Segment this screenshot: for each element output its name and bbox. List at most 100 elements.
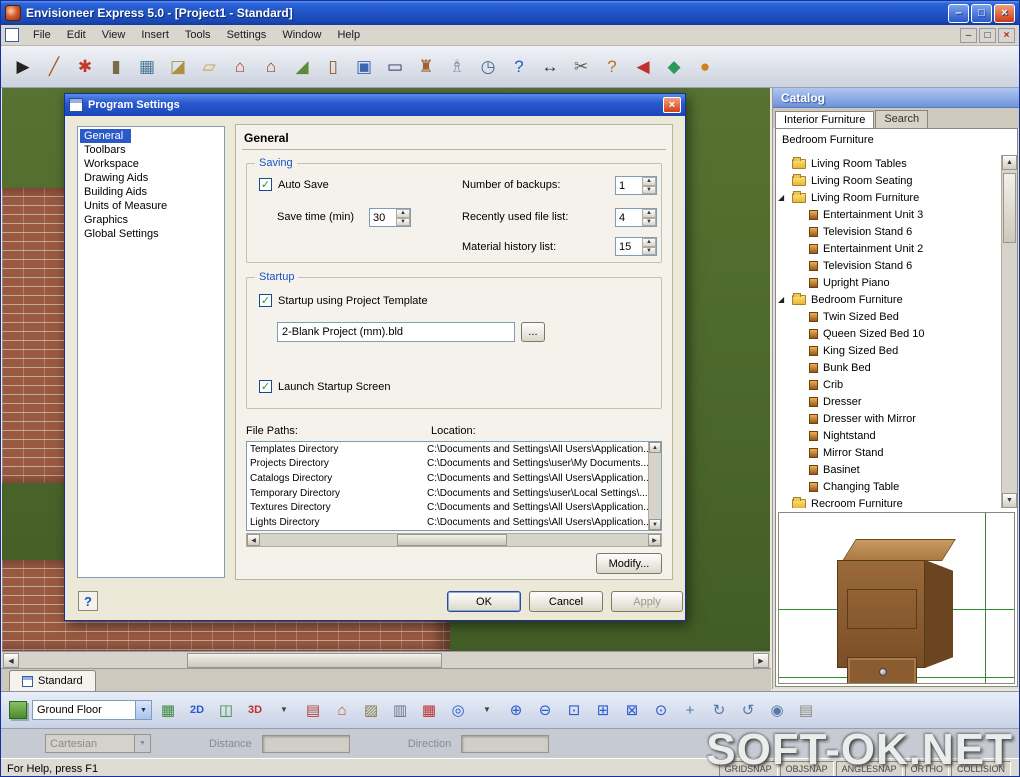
tree-item[interactable]: Television Stand 6 <box>776 257 1001 274</box>
grid-tool-icon[interactable]: ▦ <box>133 53 161 81</box>
template-file-field[interactable]: 2-Blank Project (mm).bld <box>277 322 515 342</box>
settings-category-item[interactable]: Global Settings <box>80 227 167 241</box>
tree-item[interactable]: Living Room Tables <box>776 155 1001 172</box>
menu-item[interactable]: File <box>25 27 59 43</box>
scroll-right-icon[interactable]: ▶ <box>753 653 769 668</box>
catalog-preview-pane[interactable] <box>778 512 1015 684</box>
spin-up-icon[interactable]: ▲ <box>396 209 410 218</box>
mdi-close-button[interactable]: × <box>998 27 1015 43</box>
zoom-extents-icon[interactable]: ⊠ <box>619 697 645 723</box>
spin-up-icon[interactable]: ▲ <box>642 177 656 186</box>
furniture-tool-icon[interactable]: ♜ <box>412 53 440 81</box>
settings-category-item[interactable]: Units of Measure <box>80 199 175 213</box>
backups-spinner[interactable]: 1 ▲ ▼ <box>615 176 657 195</box>
recent-files-spinner[interactable]: 4 ▲ ▼ <box>615 208 657 227</box>
scroll-up-icon[interactable]: ▲ <box>649 442 661 453</box>
settings-category-item[interactable]: Graphics <box>80 213 136 227</box>
chevron-down-icon[interactable]: ▼ <box>135 701 151 719</box>
scroll-up-icon[interactable]: ▲ <box>1002 155 1017 170</box>
stair-tool-icon[interactable]: ▱ <box>195 53 223 81</box>
tree-item[interactable]: Bunk Bed <box>776 359 1001 376</box>
cancel-button[interactable]: Cancel <box>529 591 603 612</box>
drawing-viewport[interactable]: Program Settings × General Toolbars Worksp… <box>2 88 770 651</box>
settings-category-item[interactable]: Workspace <box>80 157 147 171</box>
scrollbar-thumb[interactable] <box>1003 173 1016 243</box>
spin-icon[interactable]: ↺ <box>735 697 761 723</box>
settings-category-item[interactable]: Toolbars <box>80 143 134 157</box>
scrollbar-thumb[interactable] <box>397 534 507 546</box>
menu-item[interactable]: Insert <box>133 27 177 43</box>
clock-tool-icon[interactable]: ◷ <box>474 53 502 81</box>
assistant-icon[interactable]: ? <box>598 53 626 81</box>
lamp-tool-icon[interactable]: ♗ <box>443 53 471 81</box>
select-tool-icon[interactable]: ▶ <box>9 53 37 81</box>
tree-item[interactable]: Dresser <box>776 393 1001 410</box>
view-gem-icon[interactable]: ◆ <box>660 53 688 81</box>
view-3d-icon[interactable]: 3D <box>242 697 268 723</box>
menu-item[interactable]: View <box>94 27 134 43</box>
spin-down-icon[interactable]: ▼ <box>642 185 656 194</box>
viewport-horizontal-scrollbar[interactable]: ◀ ▶ <box>2 651 770 668</box>
browse-button[interactable]: ... <box>521 322 545 342</box>
view-dropdown-icon[interactable]: ▼ <box>271 697 297 723</box>
apply-button[interactable]: Apply <box>611 591 683 612</box>
scroll-down-icon[interactable]: ▼ <box>1002 493 1017 508</box>
view-2d-icon[interactable]: 2D <box>184 697 210 723</box>
scroll-right-icon[interactable]: ▶ <box>648 534 661 546</box>
Templates Directory[interactable]: Templates Directory C:\Documents and Set… <box>247 442 661 457</box>
tree-item[interactable]: Entertainment Unit 2 <box>776 240 1001 257</box>
menu-item[interactable]: Settings <box>219 27 275 43</box>
modify-button[interactable]: Modify... <box>596 553 662 574</box>
tree-item[interactable]: ◢ Living Room Furniture <box>776 189 1001 206</box>
spin-down-icon[interactable]: ▼ <box>642 217 656 226</box>
scrollbar-thumb[interactable] <box>187 653 442 668</box>
auto-save-checkbox[interactable]: ✓ <box>259 178 272 191</box>
scroll-down-icon[interactable]: ▼ <box>649 519 661 530</box>
dialog-title-bar[interactable]: Program Settings × <box>65 94 685 116</box>
expand-arrow-icon[interactable]: ◢ <box>778 193 789 202</box>
library-icon[interactable]: ▤ <box>793 697 819 723</box>
zoom-selected-icon[interactable]: ⊙ <box>648 697 674 723</box>
expand-arrow-icon[interactable]: ◢ <box>778 295 789 304</box>
minimize-button[interactable]: – <box>948 3 969 23</box>
spin-up-icon[interactable]: ▲ <box>642 238 656 247</box>
tree-item[interactable]: Living Room Seating <box>776 172 1001 189</box>
spin-down-icon[interactable]: ▼ <box>396 217 410 226</box>
scroll-left-icon[interactable]: ◀ <box>3 653 19 668</box>
tree-item[interactable]: Twin Sized Bed <box>776 308 1001 325</box>
settings-category-item[interactable]: Building Aids <box>80 185 155 199</box>
tree-item[interactable]: Crib <box>776 376 1001 393</box>
ok-button[interactable]: OK <box>447 591 521 612</box>
cut-tool-icon[interactable]: ✂ <box>567 53 595 81</box>
estimator-icon[interactable]: ▦ <box>416 697 442 723</box>
distance-field[interactable] <box>261 734 350 753</box>
file-paths-vertical-scrollbar[interactable]: ▲ ▼ <box>648 442 661 530</box>
tree-item[interactable]: Mirror Stand <box>776 444 1001 461</box>
menu-item[interactable]: Edit <box>59 27 94 43</box>
spin-down-icon[interactable]: ▼ <box>642 246 656 255</box>
tree-item[interactable]: Queen Sized Bed 10 <box>776 325 1001 342</box>
startup-template-checkbox[interactable]: ✓ <box>259 294 272 307</box>
menu-item[interactable]: Tools <box>177 27 219 43</box>
zoom-out-icon[interactable]: ⊖ <box>532 697 558 723</box>
compass-icon[interactable]: ◎ <box>445 697 471 723</box>
help-book-icon[interactable]: ? <box>505 53 533 81</box>
tree-item[interactable]: Changing Table <box>776 478 1001 495</box>
catalog-tab[interactable]: Interior Furniture <box>775 111 875 129</box>
catalog-tab[interactable]: Search <box>875 110 929 128</box>
tree-item[interactable]: ◢ Bedroom Furniture <box>776 291 1001 308</box>
tree-item[interactable]: Nightstand <box>776 427 1001 444</box>
pan-icon[interactable]: + <box>677 697 703 723</box>
spin-up-icon[interactable]: ▲ <box>642 209 656 218</box>
Lights Directory[interactable]: Lights Directory C:\Documents and Settin… <box>247 515 661 530</box>
tree-item[interactable]: King Sized Bed <box>776 342 1001 359</box>
look-icon[interactable]: ◉ <box>764 697 790 723</box>
floor-selector-combo[interactable]: Ground Floor ▼ <box>32 700 152 720</box>
file-paths-horizontal-scrollbar[interactable]: ◀ ▶ <box>246 533 662 547</box>
elevation-view-icon[interactable]: ◫ <box>213 697 239 723</box>
Textures Directory[interactable]: Textures Directory C:\Documents and Sett… <box>247 500 661 515</box>
add-level-icon[interactable]: ▦ <box>155 697 181 723</box>
materials-view-icon[interactable]: ▨ <box>358 697 384 723</box>
save-time-spinner[interactable]: 30 ▲ ▼ <box>369 208 411 227</box>
door-tool-icon[interactable]: ▯ <box>319 53 347 81</box>
